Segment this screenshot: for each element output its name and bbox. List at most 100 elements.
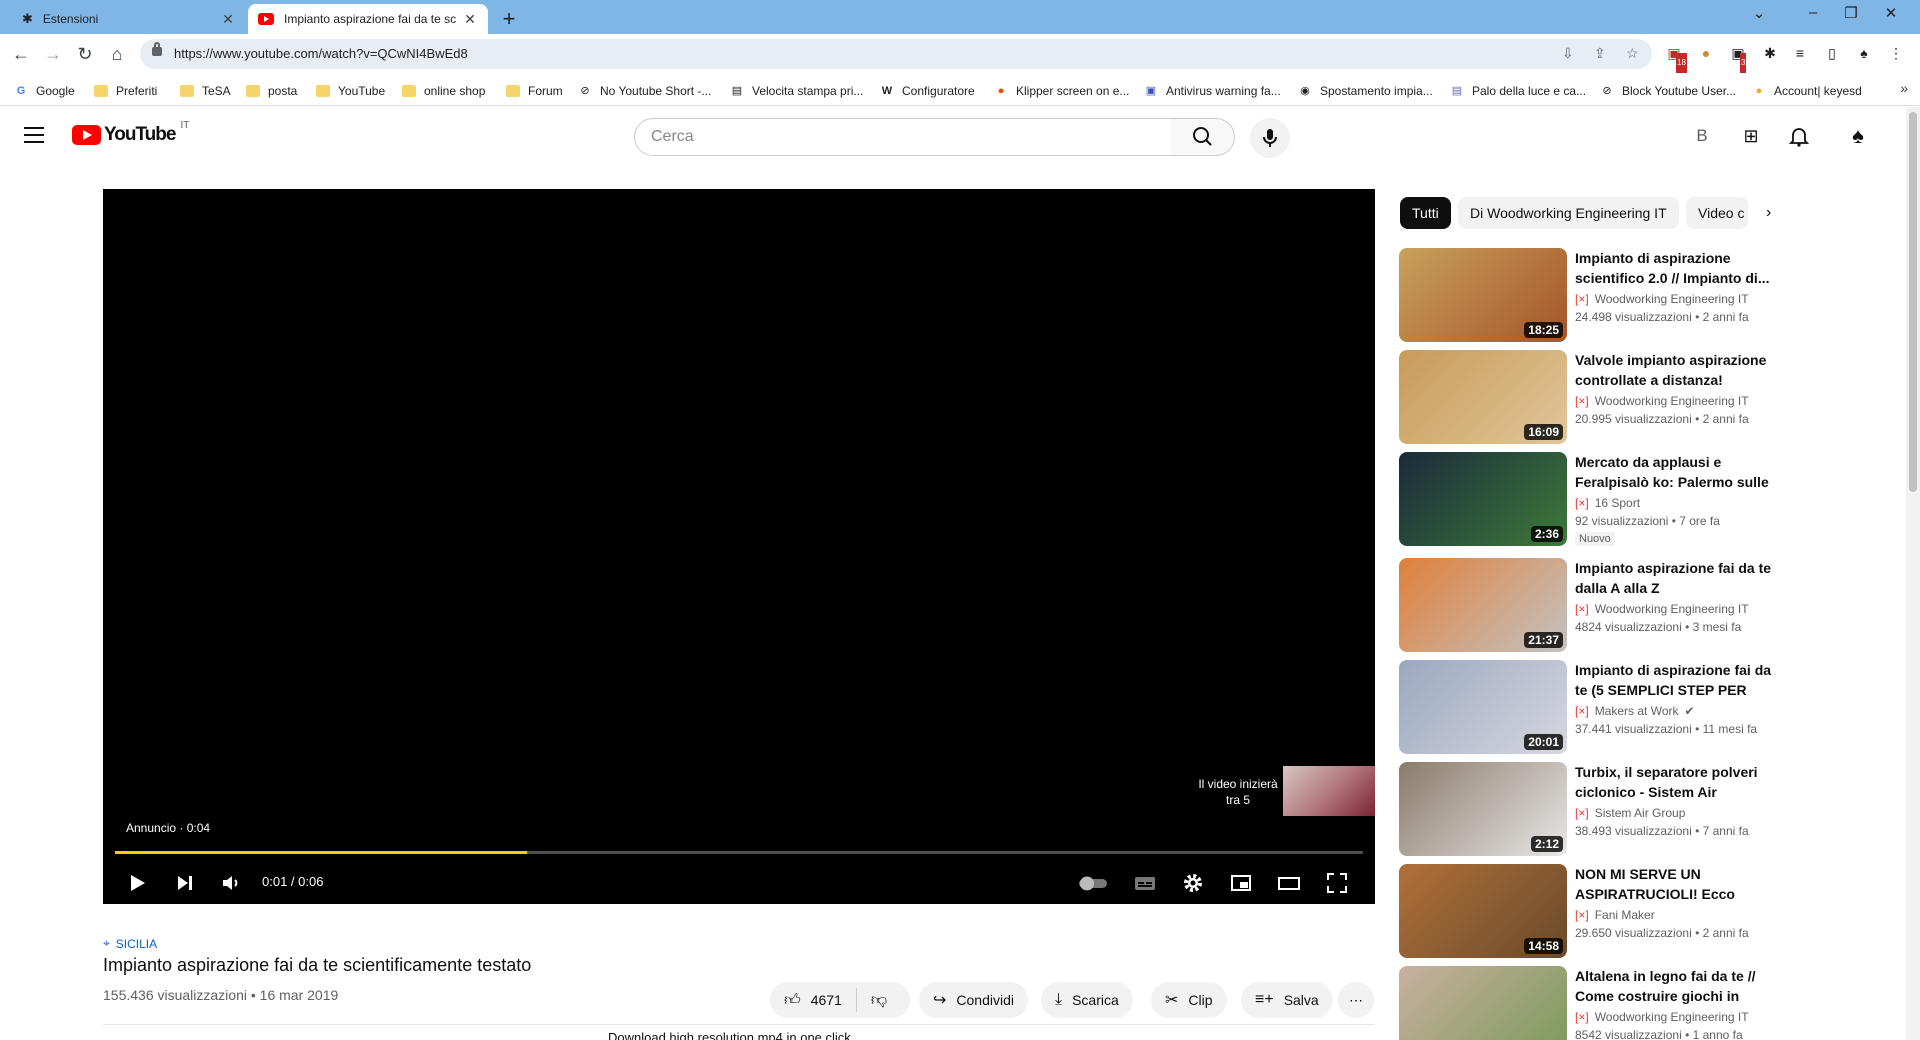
maximize-button[interactable]: ❐ <box>1836 4 1866 22</box>
cookie-extension-icon[interactable]: ● <box>1696 43 1716 63</box>
play-button[interactable] <box>125 871 149 895</box>
recommendation-channel[interactable]: [×] Woodworking Engineering IT <box>1575 394 1749 408</box>
extension-badge-icon[interactable]: ▣ 18 <box>1664 43 1687 73</box>
download-button[interactable]: ⤓ Scarica <box>1041 982 1133 1018</box>
recommendation-card[interactable]: 20:01 Impianto di aspirazione fai da te (… <box>1399 660 1777 754</box>
scrollbar-thumb[interactable] <box>1909 112 1917 492</box>
recommendation-channel[interactable]: [×] Sistem Air Group <box>1575 806 1685 820</box>
new-tab-button[interactable]: + <box>497 6 521 32</box>
bookmark-folder-youtube[interactable]: YouTube <box>316 82 385 100</box>
bookmark-no-youtube-short[interactable]: ⊘ No Youtube Short -... <box>578 82 711 100</box>
bookmark-folder-forum[interactable]: Forum <box>506 82 563 100</box>
recommendation-title[interactable]: NON MI SERVE UN ASPIRATRUCIOLI! Ecco per… <box>1575 864 1775 904</box>
notifications-bell-icon[interactable] <box>1787 124 1811 148</box>
video-thumbnail[interactable]: 20:01 <box>1399 660 1567 754</box>
recommendation-card[interactable]: Altalena in legno fai da te // Come cost… <box>1399 966 1777 1040</box>
more-actions-button[interactable]: ⋯ <box>1338 982 1374 1018</box>
forward-button[interactable]: → <box>40 42 66 66</box>
account-letter[interactable]: B <box>1690 124 1714 148</box>
recommendation-channel[interactable]: [×] Makers at Work ✔ <box>1575 704 1695 718</box>
recommendation-channel[interactable]: [×] 16 Sport <box>1575 496 1640 510</box>
recommendation-channel[interactable]: [×] Woodworking Engineering IT <box>1575 1010 1749 1024</box>
recommendation-title[interactable]: Valvole impianto aspirazione controllate… <box>1575 350 1775 390</box>
tab-extensions[interactable]: ✱ Estensioni ✕ <box>12 4 246 34</box>
share-button[interactable]: ↪ Condividi <box>919 982 1028 1018</box>
video-thumbnail[interactable]: 18:25 <box>1399 248 1567 342</box>
video-player[interactable]: Il video inizierà tra 5 Annuncio · 0:04 … <box>103 189 1375 904</box>
recommendation-card[interactable]: 21:37 Impianto aspirazione fai da te dall… <box>1399 558 1777 652</box>
back-button[interactable]: ← <box>8 42 34 66</box>
subtitles-button[interactable] <box>1133 871 1157 895</box>
media-control-icon[interactable]: ≡ <box>1790 43 1810 63</box>
like-button[interactable]: 👍︎ 4671 <box>770 982 856 1018</box>
search-input[interactable]: Cerca <box>634 118 1172 156</box>
recommendation-title[interactable]: Impianto aspirazione fai da te dalla A a… <box>1575 558 1775 598</box>
settings-button[interactable] <box>1181 871 1205 895</box>
recommendation-channel[interactable]: [×] Fani Maker <box>1575 908 1655 922</box>
bookmark-antivirus-warning[interactable]: ▣ Antivirus warning fa... <box>1144 82 1281 100</box>
recommendation-card[interactable]: 18:25 Impianto di aspirazione scientifico… <box>1399 248 1777 342</box>
extensions-puzzle-icon[interactable]: ✱ <box>1760 43 1780 63</box>
menu-icon[interactable] <box>24 127 44 143</box>
chip-all[interactable]: Tutti <box>1400 197 1451 229</box>
install-app-icon[interactable]: ⇩ <box>1562 45 1574 62</box>
address-bar[interactable]: https://www.youtube.com/watch?v=QCwNI4Bw… <box>140 39 1652 69</box>
recommendation-card[interactable]: 16:09 Valvole impianto aspirazione contro… <box>1399 350 1777 444</box>
mute-button[interactable] <box>219 871 243 895</box>
close-tab-icon[interactable]: ✕ <box>220 11 236 28</box>
download-promo-link[interactable]: Download high resolution mp4 in one clic… <box>608 1030 851 1040</box>
video-thumbnail[interactable]: 16:09 <box>1399 350 1567 444</box>
video-thumbnail[interactable]: 2:12 <box>1399 762 1567 856</box>
chip-channel[interactable]: Di Woodworking Engineering IT <box>1458 197 1679 229</box>
bookmark-klipper-screen[interactable]: ● Klipper screen on e... <box>994 82 1130 100</box>
close-window-button[interactable]: ✕ <box>1876 4 1906 22</box>
bookmark-block-youtube-user[interactable]: ⊘ Block Youtube User... <box>1600 82 1736 100</box>
search-button[interactable] <box>1171 118 1235 156</box>
chip-related[interactable]: Video c <box>1686 197 1748 229</box>
bookmark-configuratore[interactable]: W Configuratore <box>880 82 975 100</box>
share-icon[interactable]: ⇪ <box>1594 45 1606 62</box>
video-thumbnail[interactable]: 2:36 <box>1399 452 1567 546</box>
bookmark-velocita-stampa[interactable]: ▤ Velocita stampa pri... <box>730 82 864 100</box>
bookmark-star-icon[interactable]: ☆ <box>1626 45 1639 62</box>
upcoming-video-thumbnail[interactable] <box>1283 766 1375 816</box>
recommendation-channel[interactable]: [×] Woodworking Engineering IT <box>1575 292 1749 306</box>
recommendation-card[interactable]: 2:36 Mercato da applausi e Feralpisalò ko… <box>1399 452 1777 546</box>
bookmark-spostamento-impianto[interactable]: ◉ Spostamento impia... <box>1298 82 1433 100</box>
profile-avatar-icon[interactable]: ♠ <box>1854 43 1874 63</box>
bookmark-folder-online-shop[interactable]: online shop <box>402 82 485 100</box>
bookmark-google[interactable]: G Google <box>14 82 75 100</box>
recommendation-card[interactable]: 14:58 NON MI SERVE UN ASPIRATRUCIOLI! Ecc… <box>1399 864 1777 958</box>
fullscreen-button[interactable] <box>1325 871 1349 895</box>
home-button[interactable]: ⌂ <box>104 42 130 66</box>
miniplayer-button[interactable] <box>1229 871 1253 895</box>
page-scrollbar[interactable] <box>1906 107 1920 1040</box>
recommendation-channel[interactable]: [×] Woodworking Engineering IT <box>1575 602 1749 616</box>
voice-search-button[interactable] <box>1250 118 1290 158</box>
recommendation-title[interactable]: Mercato da applausi e Feralpisalò ko: Pa… <box>1575 452 1775 492</box>
theater-mode-button[interactable] <box>1277 871 1301 895</box>
chevron-right-icon[interactable]: › <box>1766 204 1771 222</box>
progress-bar[interactable] <box>115 851 1363 854</box>
video-thumbnail[interactable]: 21:37 <box>1399 558 1567 652</box>
chrome-menu-icon[interactable]: ⋮ <box>1886 43 1906 63</box>
recommendation-title[interactable]: Turbix, il separatore polveri ciclonico … <box>1575 762 1775 802</box>
extension-icon[interactable]: ▣ 3 <box>1728 43 1748 73</box>
recommendation-title[interactable]: Impianto di aspirazione fai da te (5 SEM… <box>1575 660 1775 700</box>
autoplay-toggle[interactable] <box>1075 871 1111 895</box>
recommendation-title[interactable]: Impianto di aspirazione scientifico 2.0 … <box>1575 248 1775 288</box>
clip-button[interactable]: ✂ Clip <box>1151 982 1227 1018</box>
recommendation-card[interactable]: 2:12 Turbix, il separatore polveri ciclon… <box>1399 762 1777 856</box>
bookmark-folder-posta[interactable]: posta <box>246 82 297 100</box>
save-button[interactable]: ≡+ Salva <box>1241 982 1333 1018</box>
location-link[interactable]: ⌖ SICILIA <box>103 936 157 951</box>
bookmark-account-keyesd[interactable]: ● Account| keyesd <box>1752 82 1862 100</box>
dislike-button[interactable]: 👎︎ <box>857 982 901 1018</box>
video-thumbnail[interactable]: 14:58 <box>1399 864 1567 958</box>
next-button[interactable] <box>173 871 197 895</box>
side-panel-icon[interactable]: ▯ <box>1822 43 1842 63</box>
close-tab-icon[interactable]: ✕ <box>462 11 478 28</box>
video-thumbnail[interactable] <box>1399 966 1567 1040</box>
create-video-icon[interactable]: ⊞ <box>1739 124 1763 148</box>
bookmark-folder-tesa[interactable]: TeSA <box>180 82 231 100</box>
